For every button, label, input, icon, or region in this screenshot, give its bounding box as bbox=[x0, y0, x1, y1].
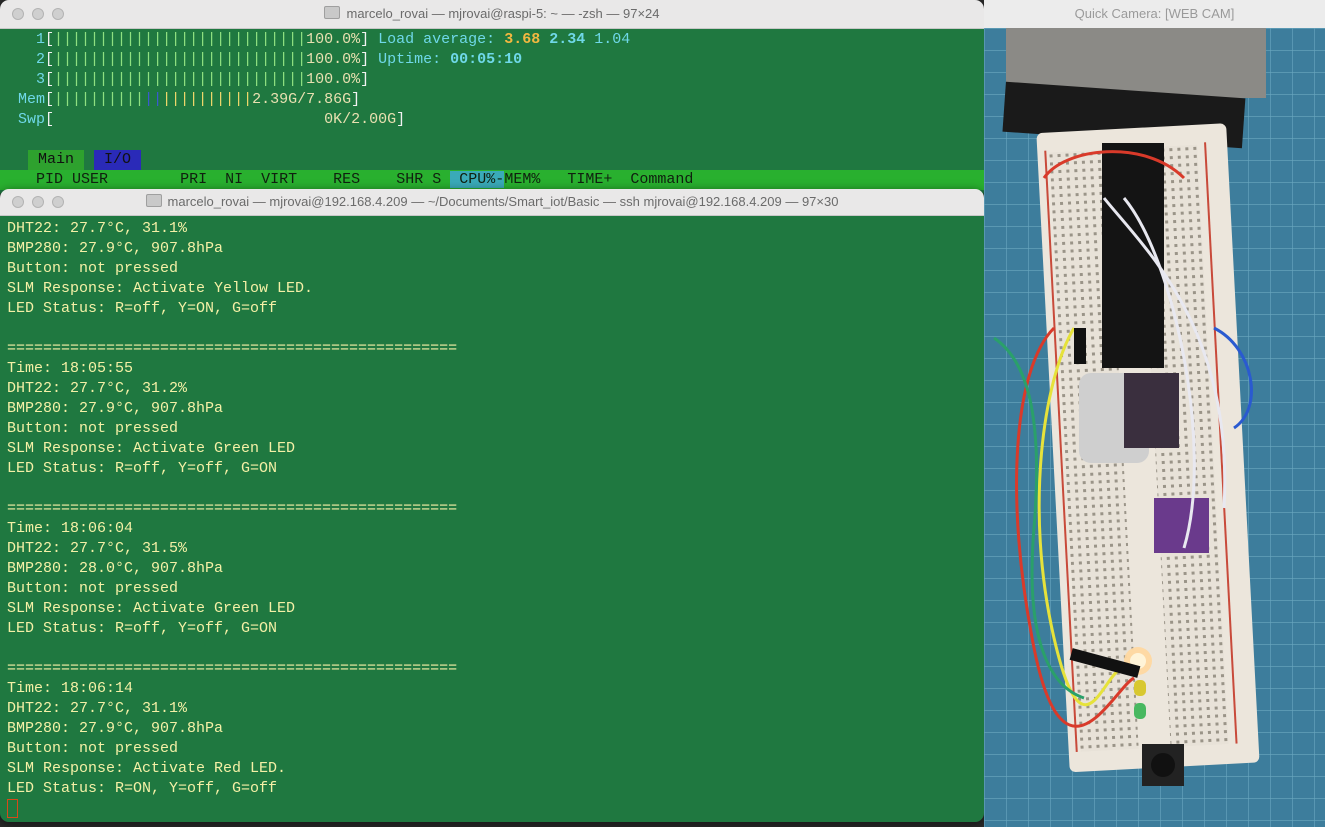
ssh-window-title: marcelo_rovai — mjrovai@192.168.4.209 — … bbox=[167, 194, 839, 209]
log-dht22: DHT22: 27.7°C, 31.2% bbox=[7, 380, 188, 397]
htop-tabs: Main I/O bbox=[0, 150, 984, 170]
log-time: Time: 18:06:04 bbox=[7, 520, 134, 537]
camera-titlebar[interactable]: Quick Camera: [WEB CAM] bbox=[984, 0, 1325, 29]
tab-main[interactable]: Main bbox=[28, 150, 85, 170]
swap-meter: Swp[ 0K/2.00G] bbox=[18, 111, 406, 128]
log-line: DHT22: 27.7°C, 31.1% bbox=[7, 220, 188, 237]
ssh-terminal-output[interactable]: DHT22: 27.7°C, 31.1% BMP280: 27.9°C, 907… bbox=[0, 216, 984, 822]
log-bmp280: BMP280: 27.9°C, 907.8hPa bbox=[7, 720, 224, 737]
ssh-titlebar[interactable]: marcelo_rovai — mjrovai@192.168.4.209 — … bbox=[0, 189, 984, 216]
log-led-status: LED Status: R=ON, Y=off, G=off bbox=[7, 780, 278, 797]
log-button: Button: not pressed bbox=[7, 580, 179, 597]
cpu-meter-3: 3[||||||||||||||||||||||||||||100.0%] bbox=[36, 71, 370, 88]
cpu-meter-1: 1[||||||||||||||||||||||||||||100.0%] Lo… bbox=[36, 31, 631, 48]
log-line: LED Status: R=off, Y=ON, G=off bbox=[7, 300, 278, 317]
prompt-line[interactable] bbox=[7, 799, 984, 819]
log-time: Time: 18:05:55 bbox=[7, 360, 134, 377]
log-bmp280: BMP280: 28.0°C, 907.8hPa bbox=[7, 560, 224, 577]
log-slm-response: SLM Response: Activate Green LED bbox=[7, 440, 296, 457]
process-table-header[interactable]: PID USER PRI NI VIRT RES SHR S CPU%-MEM%… bbox=[0, 170, 984, 190]
log-dht22: DHT22: 27.7°C, 31.1% bbox=[7, 700, 188, 717]
load-15min: 1.04 bbox=[594, 31, 631, 48]
log-button: Button: not pressed bbox=[7, 420, 179, 437]
log-button: Button: not pressed bbox=[7, 740, 179, 757]
separator-line: ========================================… bbox=[7, 500, 458, 517]
uptime-label: Uptime: bbox=[378, 51, 442, 68]
breadboard-image bbox=[984, 28, 1325, 827]
folder-icon bbox=[145, 194, 162, 207]
memory-meter: Mem[||||||||||||||||||||||2.39G/7.86G] bbox=[18, 91, 361, 108]
camera-window[interactable]: Quick Camera: [WEB CAM] bbox=[984, 0, 1325, 827]
log-time: Time: 18:06:14 bbox=[7, 680, 134, 697]
htop-terminal-window[interactable]: marcelo_rovai — mjrovai@raspi-5: ~ — -zs… bbox=[0, 0, 984, 200]
terminal-cursor bbox=[7, 799, 18, 818]
load-average-label: Load average: bbox=[378, 31, 496, 48]
log-bmp280: BMP280: 27.9°C, 907.8hPa bbox=[7, 400, 224, 417]
log-line: Button: not pressed bbox=[7, 260, 179, 277]
log-slm-response: SLM Response: Activate Green LED bbox=[7, 600, 296, 617]
htop-window-title: marcelo_rovai — mjrovai@raspi-5: ~ — -zs… bbox=[346, 6, 660, 21]
htop-titlebar[interactable]: marcelo_rovai — mjrovai@raspi-5: ~ — -zs… bbox=[0, 0, 984, 29]
cpu-meter-2: 2[||||||||||||||||||||||||||||100.0%] Up… bbox=[36, 51, 523, 68]
camera-window-title: Quick Camera: [WEB CAM] bbox=[1074, 6, 1235, 21]
separator-line: ========================================… bbox=[7, 660, 458, 677]
folder-icon bbox=[324, 6, 341, 19]
ssh-terminal-window[interactable]: marcelo_rovai — mjrovai@192.168.4.209 — … bbox=[0, 189, 984, 822]
log-line: SLM Response: Activate Yellow LED. bbox=[7, 280, 314, 297]
log-dht22: DHT22: 27.7°C, 31.5% bbox=[7, 540, 188, 557]
load-1min: 3.68 bbox=[504, 31, 541, 48]
uptime-value: 00:05:10 bbox=[450, 51, 523, 68]
cpu-sort-column: CPU%- bbox=[450, 171, 505, 188]
log-led-status: LED Status: R=off, Y=off, G=ON bbox=[7, 620, 278, 637]
log-slm-response: SLM Response: Activate Red LED. bbox=[7, 760, 287, 777]
log-line: BMP280: 27.9°C, 907.8hPa bbox=[7, 240, 224, 257]
log-led-status: LED Status: R=off, Y=off, G=ON bbox=[7, 460, 278, 477]
tab-io[interactable]: I/O bbox=[94, 150, 142, 170]
htop-terminal-content[interactable]: 1[||||||||||||||||||||||||||||100.0%] Lo… bbox=[0, 29, 984, 200]
separator-line: ========================================… bbox=[7, 340, 458, 357]
load-5min: 2.34 bbox=[549, 31, 586, 48]
camera-feed bbox=[984, 28, 1325, 827]
